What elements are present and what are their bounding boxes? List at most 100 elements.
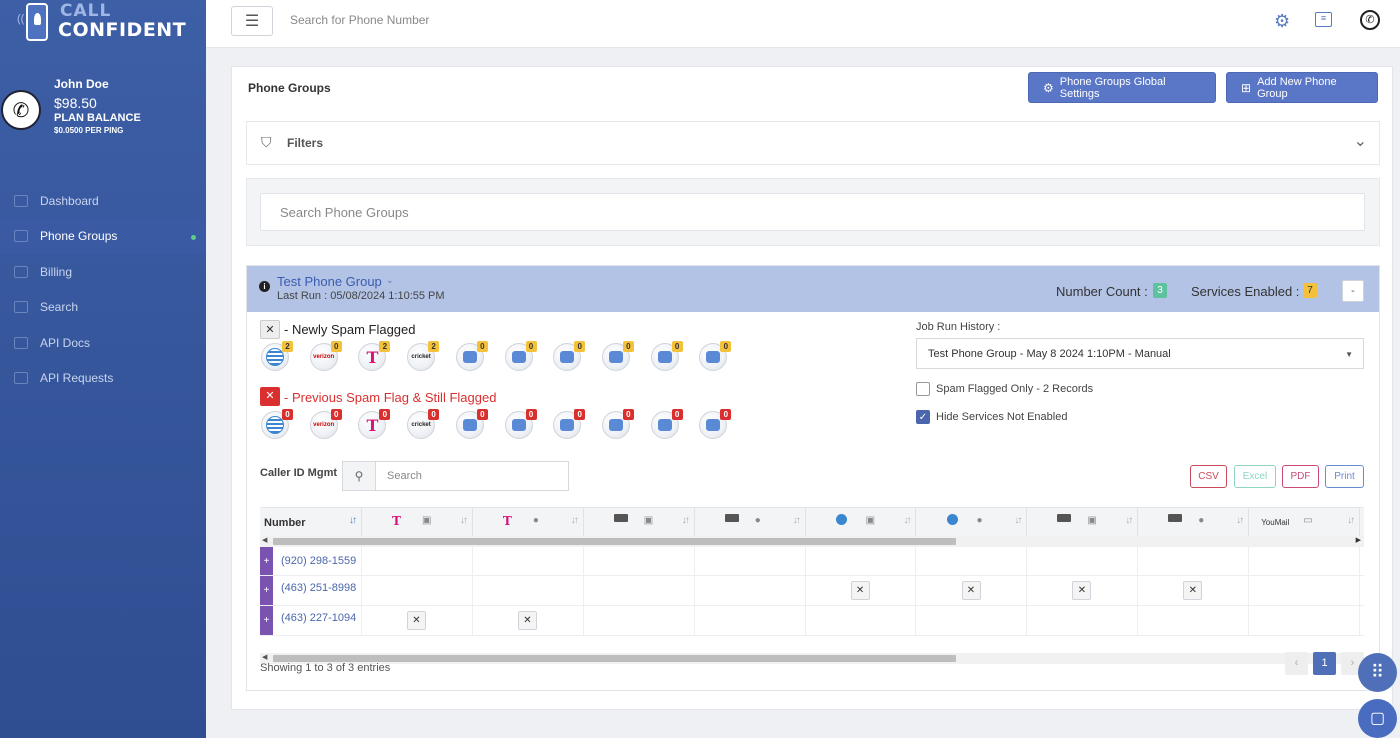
carrier-badge-youmail[interactable]: 0 [455,341,488,371]
column-carrier-cricket-6[interactable]: ▣ ↓↑ [1027,508,1139,537]
carrier-badge-hiya[interactable]: 0 [650,409,683,439]
column-carrier-tmobile-1[interactable]: T ● ↓↑ [473,508,584,537]
print-button[interactable]: Print [1325,465,1364,488]
scroll-thumb[interactable] [273,655,956,662]
carrier-badge-youmail[interactable]: 0 [455,409,488,439]
sort-icon[interactable]: ↓↑ [460,515,468,526]
carrier-badge-att[interactable]: 0 [261,409,293,439]
filters-panel[interactable]: ⛉ Filters ⌄ [246,121,1380,165]
sort-icon[interactable]: ↓↑ [682,515,690,526]
gear-icon[interactable]: ⚙ [1274,11,1290,32]
chat-button[interactable]: ▢ [1358,699,1397,738]
sort-icon[interactable]: ↓↑ [571,515,579,526]
sidebar-item-billing[interactable]: Billing [0,254,206,290]
carrier-logo-icon [724,514,739,525]
phone-icon[interactable]: ✆ [1360,10,1380,30]
sort-icon[interactable]: ↓↑ [1347,515,1355,526]
group-search-input[interactable]: Search Phone Groups [260,193,1365,231]
grid-icon: ⠿ [1370,662,1385,682]
column-carrier-att-5[interactable]: ● ↓↑ [917,508,1028,537]
sidebar-item-search[interactable]: Search [0,290,206,326]
list-icon[interactable]: ≡ [1315,12,1332,27]
scroll-right-icon[interactable]: ▶ [1356,536,1361,544]
carrier-badge-cricket[interactable]: cricket 0 [407,409,440,439]
spam-only-checkbox[interactable] [916,382,930,396]
collapse-button[interactable]: - [1342,280,1364,302]
sidebar-item-api-docs[interactable]: API Docs [0,325,206,361]
column-carrier-cricket-7[interactable]: ● ↓↑ [1138,508,1250,537]
table-scrollbar-top[interactable]: ◀ ▶ [260,536,1364,547]
info-icon[interactable]: i [259,281,270,292]
page-button-1[interactable]: 1 [1313,652,1336,675]
carrier-badge-tmobile[interactable]: T2 [358,341,391,371]
carrier-badge-verizon[interactable]: verizon 0 [309,409,342,439]
phone-search-input[interactable]: Search for Phone Number [290,13,429,27]
hide-services-checkbox[interactable]: ✓ [916,410,930,424]
sidebar-item-label: Phone Groups [40,229,118,244]
sort-icon[interactable]: ↓↑ [1125,515,1133,526]
table-scrollbar-bottom[interactable]: ◀ ▶ [260,653,1364,664]
caller-id-search[interactable]: ⚲ Search [342,461,569,491]
sort-icon[interactable]: ↓↑ [903,515,911,526]
remove-flag-button[interactable]: ✕ [407,611,426,630]
column-carrier-att-4[interactable]: ▣ ↓↑ [806,508,917,537]
scroll-left-icon[interactable]: ◀ [262,536,267,544]
scroll-left-icon[interactable]: ◀ [262,653,267,661]
menu-toggle-button[interactable]: ☰ [231,6,273,36]
column-carrier-verizon-3[interactable]: ● ↓↑ [695,508,806,537]
sort-icon[interactable]: ↓↑ [1014,515,1022,526]
chart-area-icon [14,194,28,207]
apps-grid-button[interactable]: ⠿ [1358,653,1397,692]
sort-icon[interactable]: ↓↑ [793,515,801,526]
job-history-select[interactable]: Test Phone Group - May 8 2024 1:10PM - M… [916,338,1364,369]
group-name-link[interactable]: Test Phone Group [277,274,382,289]
carrier-badge-truecaller[interactable]: 0 [699,409,732,439]
remove-flag-button[interactable]: ✕ [961,581,981,600]
carrier-badge-nomorobo[interactable]: 0 [601,341,634,371]
newly-flagged-label: - Newly Spam Flagged [284,322,416,337]
remove-flag-button[interactable]: ✕ [1183,581,1203,600]
global-settings-button[interactable]: ⚙ Phone Groups Global Settings [1028,72,1216,103]
carrier-badge-hiya[interactable]: 0 [650,341,683,371]
filter-icon: ⛉ [261,134,272,150]
sort-icon[interactable]: ↓↑ [349,515,357,526]
table-cell [806,606,917,635]
services-enabled-badge: 7 [1303,283,1317,298]
carrier-badge-robokiller[interactable]: 0 [553,409,586,439]
phone-icon: ✆ [12,99,30,122]
chevron-down-icon[interactable]: ⌄ [386,275,394,286]
column-number[interactable]: Number ↓↑ [260,508,362,537]
column-carrier-tmobile-0[interactable]: T ▣ ↓↑ [362,508,473,537]
user-balance: $98.50 [54,95,97,111]
carrier-badge-cricket[interactable]: cricket 2 [407,341,440,371]
carrier-badge-truecaller[interactable]: 0 [699,341,732,371]
column-carrier-verizon-2[interactable]: ▣ ↓↑ [584,508,695,537]
logo-text-top: CALL [60,1,112,21]
carrier-badge-nomorobo[interactable]: 0 [601,409,634,439]
remove-flag-button[interactable]: ✕ [517,611,537,630]
carrier-badge-robokiller[interactable]: 0 [553,341,586,371]
prev-page-button[interactable]: ‹ [1285,652,1308,675]
excel-button[interactable]: Excel [1234,465,1276,488]
carrier-badge-startpoint[interactable]: 0 [504,341,537,371]
caller-search-input[interactable]: Search [387,470,422,482]
column-carrier-youmail-8[interactable]: YouMail ▭ ↓↑ [1249,508,1361,537]
sidebar-item-dashboard[interactable]: Dashboard [0,183,206,219]
add-group-button[interactable]: ⊞ Add New Phone Group [1226,72,1378,103]
carrier-badge-startpoint[interactable]: 0 [504,409,537,439]
pdf-button[interactable]: PDF [1282,465,1319,488]
sort-icon[interactable]: ↓↑ [1236,515,1244,526]
carrier-badge-att[interactable]: 2 [261,341,293,371]
sidebar-item-phone-groups[interactable]: Phone Groups [0,218,206,254]
flag-count: 0 [720,409,732,420]
carrier-badge-tmobile[interactable]: T0 [358,409,391,439]
sidebar-item-api-requests[interactable]: API Requests [0,361,206,397]
avatar[interactable]: ✆ [1,90,41,130]
remove-flag-button[interactable]: ✕ [1072,581,1092,600]
carrier-badge-verizon[interactable]: verizon 0 [309,341,342,371]
csv-button[interactable]: CSV [1190,465,1227,488]
logo[interactable]: (( CALL CONFIDENT [0,0,206,48]
scroll-thumb[interactable] [273,538,956,545]
chevron-down-icon[interactable]: ⌄ [1354,131,1367,151]
remove-flag-button[interactable]: ✕ [850,581,870,600]
